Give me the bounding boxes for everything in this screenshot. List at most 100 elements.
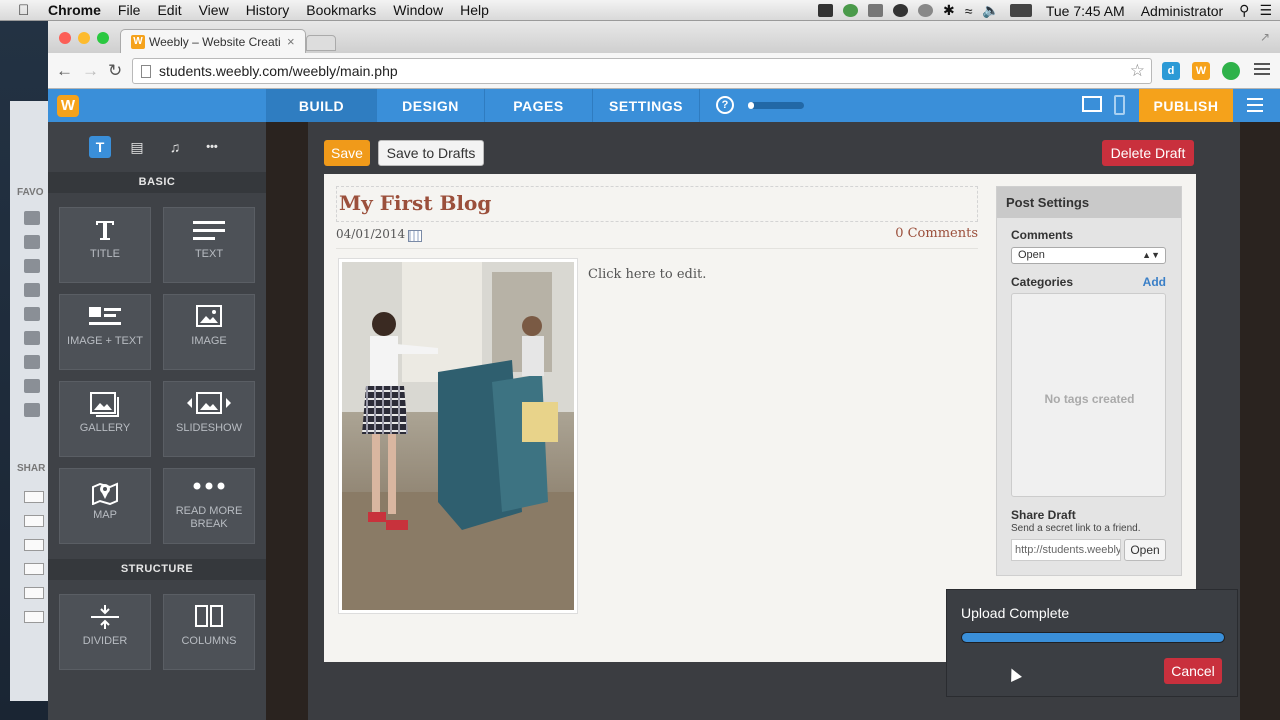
title-element[interactable]: TITLE xyxy=(59,207,151,283)
extension-d-icon[interactable]: d xyxy=(1162,62,1180,80)
bookmark-star-icon[interactable]: ☆ xyxy=(1130,61,1145,81)
tab-close-icon[interactable]: × xyxy=(287,34,295,49)
finder-item-icon[interactable] xyxy=(24,403,40,417)
reload-icon[interactable]: ↻ xyxy=(108,61,122,81)
clock[interactable]: Tue 7:45 AM xyxy=(1046,3,1125,19)
notification-icon[interactable] xyxy=(817,4,833,17)
map-element[interactable]: MAP xyxy=(59,468,151,544)
save-button[interactable]: Save xyxy=(324,140,370,166)
comments-link[interactable]: 0 Comments xyxy=(895,226,978,241)
read-more-break-element[interactable]: READ MORE BREAK xyxy=(163,468,255,544)
post-title-box[interactable]: My First Blog xyxy=(336,186,978,222)
chrome-menu-icon[interactable] xyxy=(1254,63,1270,78)
apple-menu-icon[interactable]:  xyxy=(18,2,34,19)
upload-cancel-button[interactable]: Cancel xyxy=(1164,658,1222,684)
minimize-window-icon[interactable] xyxy=(78,32,90,44)
close-window-icon[interactable] xyxy=(59,32,71,44)
menu-history[interactable]: History xyxy=(246,2,290,18)
slideshow-element[interactable]: SLIDESHOW xyxy=(163,381,255,457)
share-open-button[interactable]: Open xyxy=(1124,539,1166,561)
notification-center-icon[interactable]: ☰ xyxy=(1259,2,1272,19)
finder-item-icon[interactable] xyxy=(24,283,40,297)
menu-app-name[interactable]: Chrome xyxy=(48,2,101,18)
shared-computer-icon[interactable] xyxy=(24,563,44,575)
image-element[interactable]: IMAGE xyxy=(163,294,255,370)
url-text[interactable]: students.weebly.com/weebly/main.php xyxy=(159,63,398,79)
battery-icon[interactable] xyxy=(1009,4,1032,17)
finder-item-icon[interactable] xyxy=(24,211,40,225)
menu-window[interactable]: Window xyxy=(393,2,443,18)
tab-settings[interactable]: SETTINGS xyxy=(592,89,700,122)
back-icon[interactable]: ← xyxy=(56,61,73,81)
more-elements-tab-icon[interactable]: ••• xyxy=(201,136,223,158)
columns-element[interactable]: COLUMNS xyxy=(163,594,255,670)
sync-icon[interactable] xyxy=(842,4,858,17)
read-more-break-element-label: READ MORE BREAK xyxy=(175,505,243,530)
menu-view[interactable]: View xyxy=(199,2,229,18)
extension-weebly-icon[interactable]: W xyxy=(1192,62,1210,80)
spotlight-search-icon[interactable]: ⚲ xyxy=(1239,2,1249,19)
calendar-icon[interactable] xyxy=(408,230,422,242)
layout-elements-tab-icon[interactable]: ▤ xyxy=(126,136,148,158)
text-elements-tab-icon[interactable]: T xyxy=(89,136,111,158)
comments-select[interactable]: Open ▲▼ xyxy=(1011,247,1166,264)
finder-item-icon[interactable] xyxy=(24,379,40,393)
browser-tab[interactable]: W Weebly – Website Creation × xyxy=(120,29,306,53)
shared-computer-icon[interactable] xyxy=(24,611,44,623)
text-icon xyxy=(164,208,254,248)
finder-item-icon[interactable] xyxy=(24,307,40,321)
tab-title: Weebly – Website Creation xyxy=(149,34,281,49)
menu-file[interactable]: File xyxy=(118,2,141,18)
basic-section-header: BASIC xyxy=(48,172,266,193)
shared-computer-icon[interactable] xyxy=(24,515,44,527)
tab-design[interactable]: DESIGN xyxy=(376,89,484,122)
finder-item-icon[interactable] xyxy=(24,259,40,273)
share-link-field[interactable]: http://students.weebly.com xyxy=(1011,539,1121,561)
delete-draft-button[interactable]: Delete Draft xyxy=(1102,140,1194,166)
comments-label: Comments xyxy=(1011,228,1074,242)
help-icon[interactable]: ? xyxy=(716,96,734,114)
shared-computer-icon[interactable] xyxy=(24,587,44,599)
text-element[interactable]: TEXT xyxy=(163,207,255,283)
user-name[interactable]: Administrator xyxy=(1141,3,1223,19)
post-body-placeholder[interactable]: Click here to edit. xyxy=(588,267,706,282)
bluetooth-icon[interactable]: ✱ xyxy=(943,2,955,19)
tab-build[interactable]: BUILD xyxy=(266,89,376,122)
new-tab-button[interactable] xyxy=(306,35,336,51)
tab-pages[interactable]: PAGES xyxy=(484,89,592,122)
forward-icon[interactable]: → xyxy=(82,61,99,81)
weebly-logo[interactable]: W xyxy=(48,89,88,122)
image-text-element[interactable]: IMAGE + TEXT xyxy=(59,294,151,370)
mobile-view-icon[interactable] xyxy=(1114,95,1125,115)
screen-icon[interactable] xyxy=(867,4,883,17)
post-title[interactable]: My First Blog xyxy=(339,191,491,215)
add-category-link[interactable]: Add xyxy=(1143,275,1166,289)
zoom-window-icon[interactable] xyxy=(97,32,109,44)
finder-item-icon[interactable] xyxy=(24,355,40,369)
time-machine-icon[interactable] xyxy=(917,4,933,17)
desktop-view-icon[interactable] xyxy=(1082,96,1102,112)
menu-help[interactable]: Help xyxy=(460,2,489,18)
drop-icon[interactable] xyxy=(892,4,908,17)
publish-button[interactable]: PUBLISH xyxy=(1139,89,1233,122)
shared-computer-icon[interactable] xyxy=(24,539,44,551)
wifi-icon[interactable]: ≈ xyxy=(965,3,973,19)
save-to-drafts-button[interactable]: Save to Drafts xyxy=(378,140,484,166)
categories-list[interactable]: No tags created xyxy=(1011,293,1166,497)
weebly-menu-icon[interactable] xyxy=(1247,98,1263,116)
address-bar[interactable]: students.weebly.com/weebly/main.php ☆ xyxy=(132,58,1152,84)
image-icon xyxy=(164,295,254,335)
menu-bookmarks[interactable]: Bookmarks xyxy=(306,2,376,18)
finder-item-icon[interactable] xyxy=(24,235,40,249)
slideshow-icon xyxy=(164,382,254,422)
extension-evernote-icon[interactable] xyxy=(1222,62,1240,80)
volume-icon[interactable]: 🔈 xyxy=(982,2,999,19)
post-photo[interactable] xyxy=(338,258,578,614)
fullscreen-icon[interactable]: ↗ xyxy=(1260,30,1270,44)
media-elements-tab-icon[interactable]: ♫ xyxy=(164,136,186,158)
gallery-element[interactable]: GALLERY xyxy=(59,381,151,457)
shared-computer-icon[interactable] xyxy=(24,491,44,503)
finder-item-icon[interactable] xyxy=(24,331,40,345)
menu-edit[interactable]: Edit xyxy=(157,2,181,18)
divider-element[interactable]: DIVIDER xyxy=(59,594,151,670)
